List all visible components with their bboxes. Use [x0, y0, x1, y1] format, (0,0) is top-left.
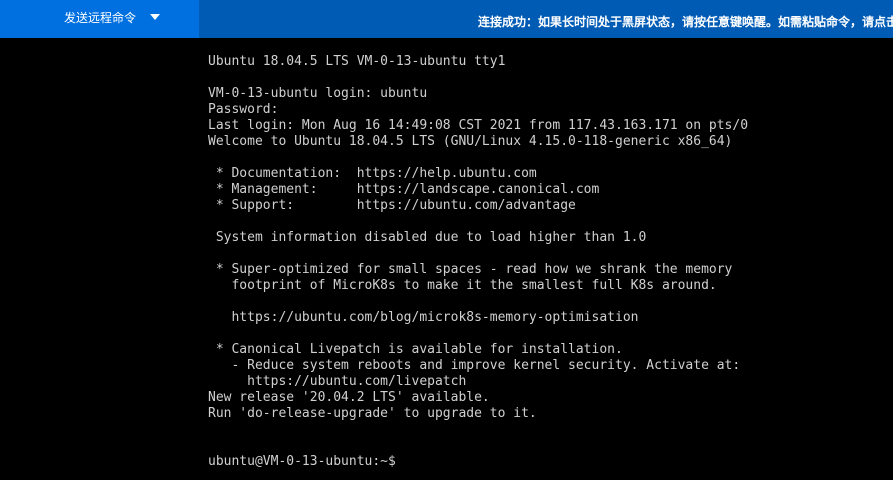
terminal-line: Last login: Mon Aug 16 14:49:08 CST 2021… [208, 118, 749, 133]
terminal-line: Password: [208, 102, 279, 117]
terminal-line: * Canonical Livepatch is available for i… [208, 342, 623, 357]
terminal-line: Run 'do-release-upgrade' to upgrade to i… [208, 406, 537, 421]
terminal-line: * Support: https://ubuntu.com/advantage [208, 198, 576, 213]
send-remote-command-button[interactable]: 发送远程命令 [0, 0, 199, 38]
terminal-line: System information disabled due to load … [208, 230, 647, 245]
terminal-line: Welcome to Ubuntu 18.04.5 LTS (GNU/Linux… [208, 134, 733, 149]
terminal-line: * Documentation: https://help.ubuntu.com [208, 166, 537, 181]
connection-status-message: 连接成功：如果长时间处于黑屏状态，请按任意键唤醒。如需粘贴命令，请点击 [478, 15, 893, 29]
terminal-line: https://ubuntu.com/livepatch [208, 374, 467, 389]
terminal-screen[interactable]: Ubuntu 18.04.5 LTS VM-0-13-ubuntu tty1 V… [0, 38, 893, 480]
terminal-line: * Management: https://landscape.canonica… [208, 182, 600, 197]
terminal-line: footprint of MicroK8s to make it the sma… [208, 278, 717, 293]
terminal-line: https://ubuntu.com/blog/microk8s-memory-… [208, 310, 639, 325]
terminal-line: Ubuntu 18.04.5 LTS VM-0-13-ubuntu tty1 [208, 54, 506, 69]
top-toolbar: 发送远程命令 连接成功：如果长时间处于黑屏状态，请按任意键唤醒。如需粘贴命令，请… [0, 0, 893, 38]
send-remote-command-label: 发送远程命令 [64, 11, 137, 25]
terminal-line: - Reduce system reboots and improve kern… [208, 358, 741, 373]
terminal-line: VM-0-13-ubuntu login: ubuntu [208, 86, 428, 101]
terminal-line: * Super-optimized for small spaces - rea… [208, 262, 733, 277]
terminal-prompt[interactable]: ubuntu@VM-0-13-ubuntu:~$ [208, 454, 396, 470]
chevron-down-icon[interactable] [150, 14, 160, 20]
terminal-line: New release '20.04.2 LTS' available. [208, 390, 490, 405]
